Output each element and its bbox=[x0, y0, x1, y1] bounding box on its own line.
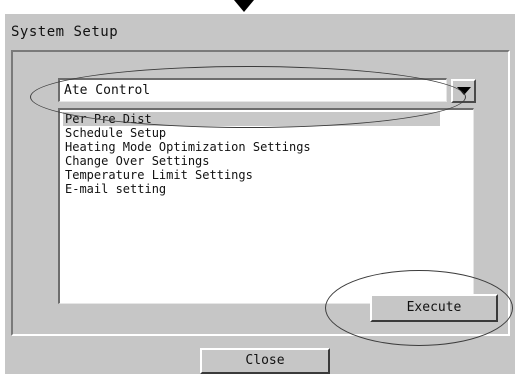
combo-value: Ate Control bbox=[64, 83, 151, 98]
setup-listbox[interactable]: Per Pre Dist Schedule Setup Heating Mode… bbox=[58, 108, 474, 304]
system-setup-dialog: System Setup Ate Control Per Pre Dist Sc… bbox=[5, 14, 515, 374]
list-item[interactable]: E-mail setting bbox=[63, 182, 166, 196]
arrow-down-icon bbox=[234, 0, 254, 12]
dialog-title: System Setup bbox=[11, 24, 119, 40]
list-item[interactable]: Per Pre Dist bbox=[63, 112, 440, 126]
combo-dropdown-button[interactable] bbox=[451, 79, 476, 103]
list-item[interactable]: Heating Mode Optimization Settings bbox=[63, 140, 311, 154]
list-item[interactable]: Temperature Limit Settings bbox=[63, 168, 253, 182]
execute-button[interactable]: Execute bbox=[370, 294, 498, 322]
list-item[interactable]: Schedule Setup bbox=[63, 126, 166, 140]
list-item[interactable]: Change Over Settings bbox=[63, 154, 210, 168]
control-combo[interactable]: Ate Control bbox=[58, 78, 447, 102]
chevron-down-icon bbox=[457, 87, 471, 95]
close-button[interactable]: Close bbox=[200, 348, 330, 374]
